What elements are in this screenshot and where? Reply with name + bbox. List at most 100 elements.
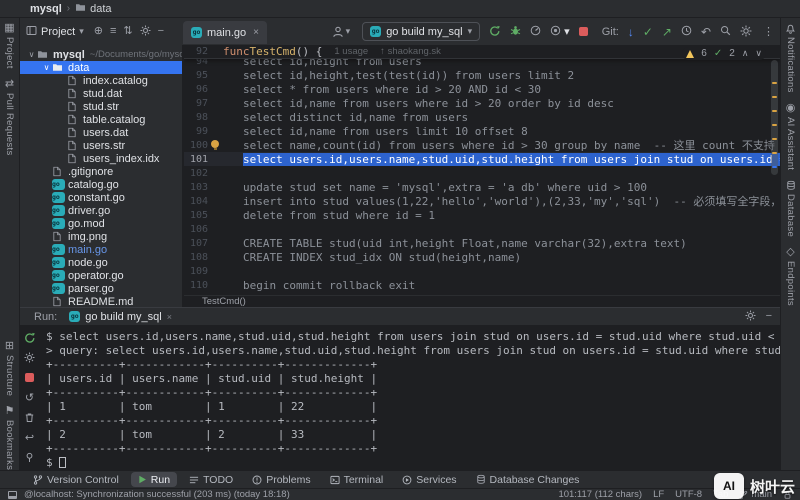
- caret-position-widget[interactable]: 101:117 (112 chars): [558, 489, 642, 500]
- tree-item-index-catalog[interactable]: index.catalog: [20, 74, 182, 87]
- line-number[interactable]: 98: [184, 112, 208, 123]
- tree-item-users-dat[interactable]: users.dat: [20, 126, 182, 139]
- tree-item-constant-go[interactable]: go constant.go: [20, 191, 182, 204]
- code-text[interactable]: select id,name from users where id > 20 …: [223, 97, 614, 110]
- code-line-101[interactable]: 101 select users.id,users.name,stud.uid,s…: [184, 152, 780, 166]
- line-number[interactable]: 106: [184, 224, 208, 235]
- breadcrumb-folder[interactable]: data: [75, 2, 112, 16]
- debug-button[interactable]: [510, 25, 521, 38]
- tree-item-gitignore[interactable]: .gitignore: [20, 165, 182, 178]
- code-line-103[interactable]: 103 update stud set name = 'mysql',extra …: [184, 180, 780, 194]
- previous-problem-button[interactable]: ∧: [742, 48, 749, 59]
- git-commit-button[interactable]: ✓: [643, 26, 653, 38]
- stripe-item-database[interactable]: Database: [781, 175, 800, 242]
- line-number[interactable]: 108: [184, 252, 208, 263]
- run-panel-settings-button[interactable]: [745, 310, 756, 324]
- layout-icon[interactable]: [8, 490, 17, 499]
- stripe-item-project[interactable]: ▦ Project: [0, 18, 19, 74]
- code-line-97[interactable]: 97 select id,name from users where id > 2…: [184, 96, 780, 110]
- code-line-107[interactable]: 107 CREATE TABLE stud(uid int,height Floa…: [184, 236, 780, 250]
- stop-button[interactable]: [578, 27, 588, 36]
- run-settings-button[interactable]: [23, 351, 36, 364]
- code-text[interactable]: select name,count(id) from users where i…: [223, 137, 780, 153]
- scrollbar-thumb[interactable]: [771, 60, 778, 175]
- toolwindow-tab-services[interactable]: Services: [395, 472, 463, 487]
- breadcrumb-project[interactable]: mysql: [30, 3, 62, 15]
- settings-button[interactable]: [740, 25, 752, 39]
- run-console-tab[interactable]: go go build my_sql ×: [69, 311, 172, 323]
- tree-item-table-catalog[interactable]: table.catalog: [20, 113, 182, 126]
- hide-panel-button[interactable]: −: [158, 26, 164, 37]
- pin-tab-button[interactable]: [23, 451, 36, 464]
- editor-scrollbar[interactable]: [771, 60, 778, 293]
- author-hint[interactable]: ↑ shaokang.sk: [380, 45, 441, 59]
- line-number[interactable]: 95: [184, 70, 208, 81]
- tree-item-mysql[interactable]: ∨ mysql ~/Documents/go/mysql: [20, 48, 182, 61]
- toolwindow-tab-terminal[interactable]: Terminal: [323, 472, 391, 487]
- tree-item-driver-go[interactable]: go driver.go: [20, 204, 182, 217]
- console-cursor[interactable]: [59, 457, 67, 468]
- toolwindow-tab-version-control[interactable]: Version Control: [26, 472, 126, 487]
- tree-item-main-go[interactable]: go main.go: [20, 243, 182, 256]
- run-configuration-select[interactable]: go go build my_sql ▾: [362, 22, 481, 41]
- search-everywhere-button[interactable]: [720, 25, 731, 38]
- stripe-item-ai-assistant[interactable]: ◉ AI Assistant: [781, 98, 800, 175]
- tree-item-stud-dat[interactable]: stud.dat: [20, 87, 182, 100]
- stop-process-button[interactable]: [23, 371, 36, 384]
- more-options-button[interactable]: ⋮: [763, 25, 774, 38]
- code-text[interactable]: select id,name from users limit 10 offse…: [223, 125, 528, 138]
- tree-item-img-png[interactable]: img.png: [20, 230, 182, 243]
- history-button[interactable]: [681, 25, 692, 38]
- line-number[interactable]: 102: [184, 168, 208, 179]
- project-view-selector[interactable]: Project: [41, 26, 75, 38]
- run-button[interactable]: [489, 25, 501, 39]
- tree-item-data[interactable]: ∨ data: [20, 61, 182, 74]
- toolwindow-tab-database-changes[interactable]: Database Changes: [469, 472, 587, 487]
- chevron-down-icon[interactable]: ▾: [564, 25, 570, 38]
- line-number[interactable]: 96: [184, 84, 208, 95]
- code-text[interactable]: insert into stud values(1,22,'hello','wo…: [223, 193, 780, 209]
- expand-all-button[interactable]: ≡: [110, 26, 116, 37]
- code-line-109[interactable]: 109: [184, 264, 780, 278]
- close-tab-icon[interactable]: ×: [253, 27, 259, 38]
- profile-button[interactable]: ▾: [332, 26, 350, 38]
- code-text[interactable]: select distinct id,name from users: [223, 111, 468, 124]
- line-number[interactable]: 105: [184, 210, 208, 221]
- tree-item-users-str[interactable]: users.str: [20, 139, 182, 152]
- clear-console-button[interactable]: [23, 411, 36, 424]
- toolwindow-tab-todo[interactable]: TODO: [182, 472, 240, 487]
- stripe-item-pull-requests[interactable]: ⇄ Pull Requests: [0, 74, 19, 161]
- stripe-item-notifications[interactable]: Notifications: [781, 18, 800, 98]
- code-text[interactable]: select id,height,test(test(id)) from use…: [223, 69, 574, 82]
- line-number[interactable]: 104: [184, 196, 208, 207]
- tree-item-node-go[interactable]: go node.go: [20, 256, 182, 269]
- code-text[interactable]: CREATE INDEX stud_idx ON stud(height,nam…: [223, 251, 521, 264]
- code-line-95[interactable]: 95 select id,height,test(test(id)) from u…: [184, 68, 780, 82]
- line-number[interactable]: 100: [184, 140, 208, 151]
- line-number[interactable]: 101: [184, 154, 208, 165]
- tree-item-users-index-idx[interactable]: users_index.idx: [20, 152, 182, 165]
- tree-item-operator-go[interactable]: go operator.go: [20, 269, 182, 282]
- stripe-item-endpoints[interactable]: ◇ Endpoints: [781, 242, 800, 311]
- stripe-item-bookmarks[interactable]: ⚑ Bookmarks: [0, 401, 19, 475]
- inspections-widget[interactable]: 6 ✓ 2 ∧ ∨: [682, 47, 766, 60]
- tree-item-parser-go[interactable]: go parser.go: [20, 282, 182, 295]
- code-line-102[interactable]: 102: [184, 166, 780, 180]
- git-push-button[interactable]: ↗: [662, 26, 672, 38]
- code-line-110[interactable]: 110 begin commit rollback exit: [184, 278, 780, 292]
- code-line-105[interactable]: 105 delete from stud where id = 1: [184, 208, 780, 222]
- code-line-106[interactable]: 106: [184, 222, 780, 236]
- code-line-108[interactable]: 108 CREATE INDEX stud_idx ON stud(height,…: [184, 250, 780, 264]
- line-number[interactable]: 103: [184, 182, 208, 193]
- tree-item-stud-str[interactable]: stud.str: [20, 100, 182, 113]
- tree-item-go-mod[interactable]: go go.mod: [20, 217, 182, 230]
- collapse-all-button[interactable]: ⇅: [123, 26, 132, 37]
- code-text[interactable]: CREATE TABLE stud(uid int,height Float,n…: [223, 237, 687, 250]
- tree-item-catalog-go[interactable]: go catalog.go: [20, 178, 182, 191]
- code-text[interactable]: update stud set name = 'mysql',extra = '…: [223, 181, 647, 194]
- code-text[interactable]: begin commit rollback exit: [223, 279, 415, 292]
- select-opened-file-button[interactable]: ⊕: [94, 26, 103, 37]
- rerun-button[interactable]: [23, 331, 36, 344]
- code-line-104[interactable]: 104 insert into stud values(1,22,'hello',…: [184, 194, 780, 208]
- code-text[interactable]: delete from stud where id = 1: [223, 209, 435, 222]
